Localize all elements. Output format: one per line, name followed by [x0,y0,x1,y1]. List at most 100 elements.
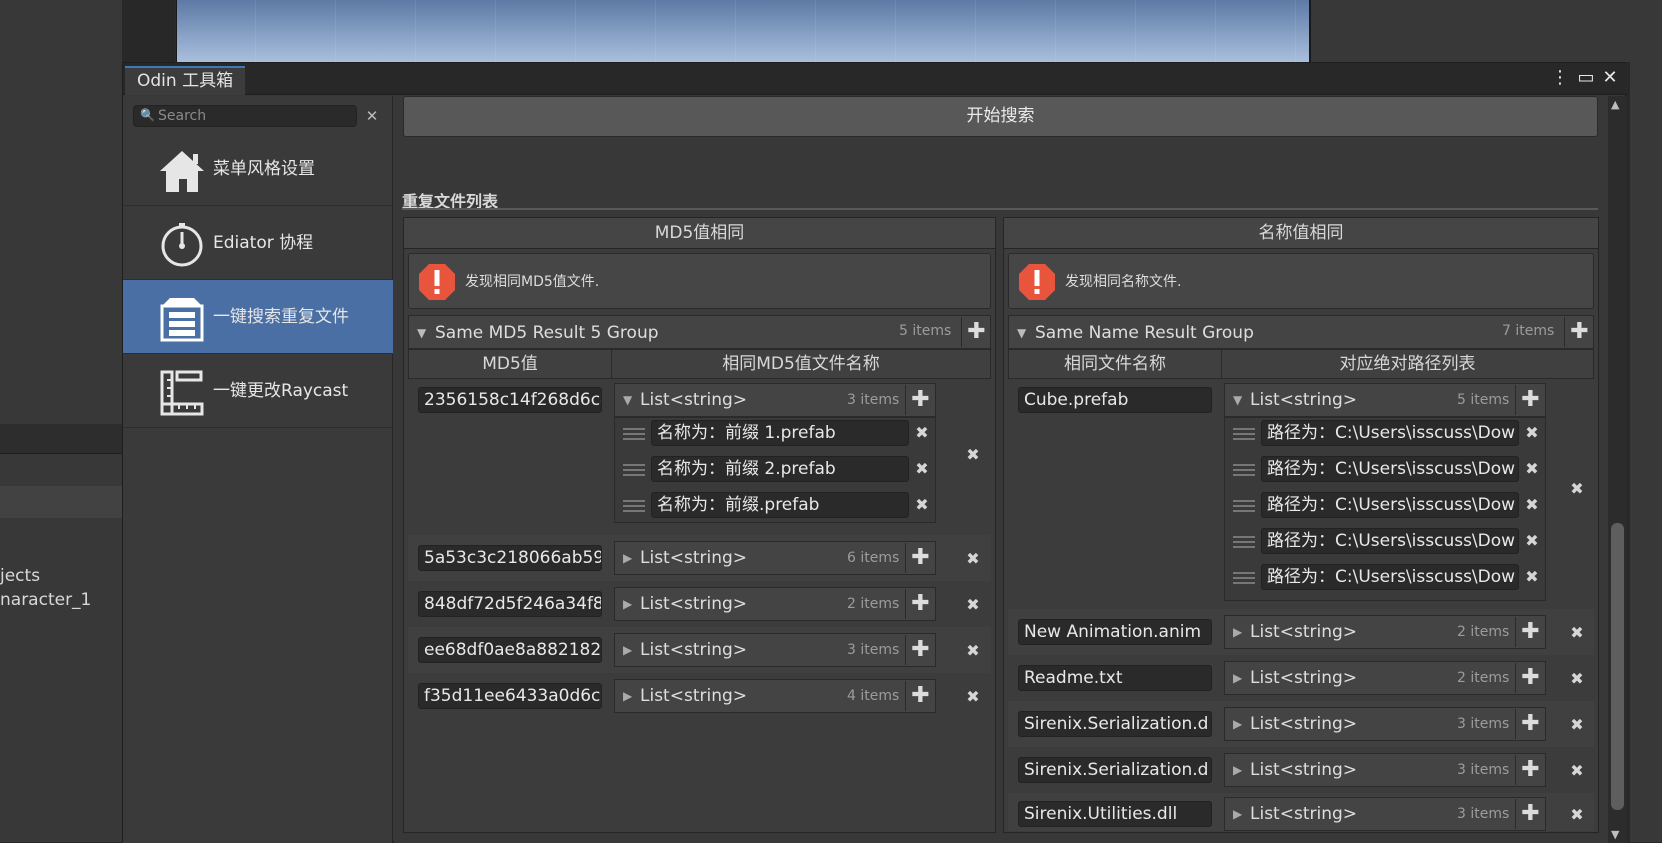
remove-entry-icon[interactable]: ✖ [1523,423,1541,443]
add-group-button[interactable]: ✚ [961,317,991,347]
sidebar-item-coroutine[interactable]: Ediator 协程 [123,206,393,280]
md5-value-field[interactable]: 848df72d5f246a34f8 [418,591,602,617]
collapse-triangle-icon[interactable]: ▼ [1017,316,1026,350]
list-header[interactable]: ▶ List<string> 3 items ✚ [1224,797,1546,831]
filename-field[interactable]: Sirenix.Utilities.dll [1018,801,1212,827]
add-item-button[interactable]: ✚ [1515,663,1545,693]
search-input[interactable] [158,106,348,126]
scroll-up-arrow-icon[interactable]: ▲ [1611,98,1619,111]
drag-handle-icon[interactable] [1233,428,1255,442]
expand-triangle-icon[interactable]: ▶ [623,634,632,666]
remove-entry-icon[interactable]: ✖ [1523,495,1541,515]
expand-triangle-icon[interactable]: ▶ [1233,754,1242,786]
list-header[interactable]: ▶ List<string> 3 items ✚ [1224,707,1546,741]
remove-row-icon[interactable]: ✖ [1568,715,1586,735]
list-entry-field[interactable]: 路径为：C:\Users\isscuss\Dow [1261,420,1519,446]
expand-triangle-icon[interactable]: ▶ [623,680,632,712]
remove-entry-icon[interactable]: ✖ [1523,459,1541,479]
remove-row-icon[interactable]: ✖ [1568,623,1586,643]
remove-row-icon[interactable]: ✖ [1568,669,1586,689]
drag-handle-icon[interactable] [1233,536,1255,550]
start-search-button[interactable]: 开始搜索 [403,96,1598,137]
add-item-button[interactable]: ✚ [905,681,935,711]
filename-field[interactable]: Readme.txt [1018,665,1212,691]
md5-value-field[interactable]: 2356158c14f268d6c4 [418,387,602,413]
filename-field[interactable]: New Animation.anim [1018,619,1212,645]
list-entry-field[interactable]: 名称为：前缀 1.prefab [651,420,909,446]
add-item-button[interactable]: ✚ [905,385,935,415]
add-item-button[interactable]: ✚ [1515,709,1545,739]
list-header[interactable]: ▶ List<string> 6 items ✚ [614,541,936,575]
clear-search-icon[interactable]: ✕ [363,105,381,127]
close-icon[interactable]: ✕ [1599,67,1621,89]
list-entry-field[interactable]: 路径为：C:\Users\isscuss\Dow [1261,564,1519,590]
drag-handle-icon[interactable] [623,500,645,514]
list-header[interactable]: ▶ List<string> 2 items ✚ [614,587,936,621]
list-entry-field[interactable]: 路径为：C:\Users\isscuss\Dow [1261,528,1519,554]
list-entry-field[interactable]: 路径为：C:\Users\isscuss\Dow [1261,456,1519,482]
sidebar-item-duplicate-search[interactable]: 一键搜索重复文件 [123,280,393,354]
collapse-triangle-icon[interactable]: ▼ [623,384,632,416]
remove-entry-icon[interactable]: ✖ [913,459,931,479]
add-item-button[interactable]: ✚ [1515,755,1545,785]
list-header[interactable]: ▼ List<string> 3 items ✚ [614,383,936,417]
filename-field[interactable]: Sirenix.Serialization.d [1018,757,1212,783]
maximize-icon[interactable]: ▭ [1575,67,1597,89]
list-header[interactable]: ▶ List<string> 3 items ✚ [1224,753,1546,787]
remove-row-icon[interactable]: ✖ [964,595,982,615]
remove-row-icon[interactable]: ✖ [1568,479,1586,499]
remove-entry-icon[interactable]: ✖ [913,423,931,443]
more-options-icon[interactable]: ⋮ [1549,67,1571,89]
list-header[interactable]: ▼ List<string> 5 items ✚ [1224,383,1546,417]
list-entry-field[interactable]: 名称为：前缀 2.prefab [651,456,909,482]
list-header[interactable]: ▶ List<string> 2 items ✚ [1224,661,1546,695]
add-item-button[interactable]: ✚ [905,635,935,665]
drag-handle-icon[interactable] [1233,572,1255,586]
md5-value-field[interactable]: ee68df0ae8a882182 [418,637,602,663]
scrollbar-thumb[interactable] [1611,523,1624,810]
expand-triangle-icon[interactable]: ▶ [623,588,632,620]
vertical-scrollbar[interactable]: ▲ ▼ [1608,96,1627,843]
add-group-button[interactable]: ✚ [1564,317,1594,347]
drag-handle-icon[interactable] [1233,500,1255,514]
collapse-triangle-icon[interactable]: ▼ [1233,384,1242,416]
remove-entry-icon[interactable]: ✖ [1523,531,1541,551]
drag-handle-icon[interactable] [623,464,645,478]
sidebar-item-menu-style[interactable]: 菜单风格设置 [123,132,393,206]
md5-value-field[interactable]: 5a53c3c218066ab59 [418,545,602,571]
list-header[interactable]: ▶ List<string> 2 items ✚ [1224,615,1546,649]
expand-triangle-icon[interactable]: ▶ [1233,798,1242,830]
hierarchy-item[interactable]: naracter_1 [0,590,91,610]
filename-field[interactable]: Cube.prefab [1018,387,1212,413]
window-tab[interactable]: Odin 工具箱 [125,66,246,95]
search-box[interactable]: 🔍 [133,105,357,127]
remove-row-icon[interactable]: ✖ [964,641,982,661]
remove-row-icon[interactable]: ✖ [964,549,982,569]
remove-row-icon[interactable]: ✖ [1568,761,1586,781]
expand-triangle-icon[interactable]: ▶ [1233,662,1242,694]
md5-value-field[interactable]: f35d11ee6433a0d6ca [418,683,602,709]
add-item-button[interactable]: ✚ [905,543,935,573]
name-group-header[interactable]: ▼ Same Name Result Group 7 items ✚ [1008,315,1594,349]
remove-entry-icon[interactable]: ✖ [913,495,931,515]
add-item-button[interactable]: ✚ [1515,385,1545,415]
list-header[interactable]: ▶ List<string> 4 items ✚ [614,679,936,713]
list-header[interactable]: ▶ List<string> 3 items ✚ [614,633,936,667]
expand-triangle-icon[interactable]: ▶ [1233,708,1242,740]
drag-handle-icon[interactable] [1233,464,1255,478]
add-item-button[interactable]: ✚ [1515,617,1545,647]
remove-entry-icon[interactable]: ✖ [1523,567,1541,587]
list-entry-field[interactable]: 路径为：C:\Users\isscuss\Dow [1261,492,1519,518]
remove-row-icon[interactable]: ✖ [964,687,982,707]
sidebar-item-raycast[interactable]: 一键更改Raycast [123,354,393,428]
expand-triangle-icon[interactable]: ▶ [1233,616,1242,648]
md5-group-header[interactable]: ▼ Same MD5 Result 5 Group 5 items ✚ [408,315,991,349]
filename-field[interactable]: Sirenix.Serialization.d [1018,711,1212,737]
add-item-button[interactable]: ✚ [1515,799,1545,829]
expand-triangle-icon[interactable]: ▶ [623,542,632,574]
hierarchy-item[interactable]: jects [0,566,40,586]
drag-handle-icon[interactable] [623,428,645,442]
collapse-triangle-icon[interactable]: ▼ [417,316,426,350]
list-entry-field[interactable]: 名称为：前缀.prefab [651,492,909,518]
remove-row-icon[interactable]: ✖ [1568,805,1586,825]
